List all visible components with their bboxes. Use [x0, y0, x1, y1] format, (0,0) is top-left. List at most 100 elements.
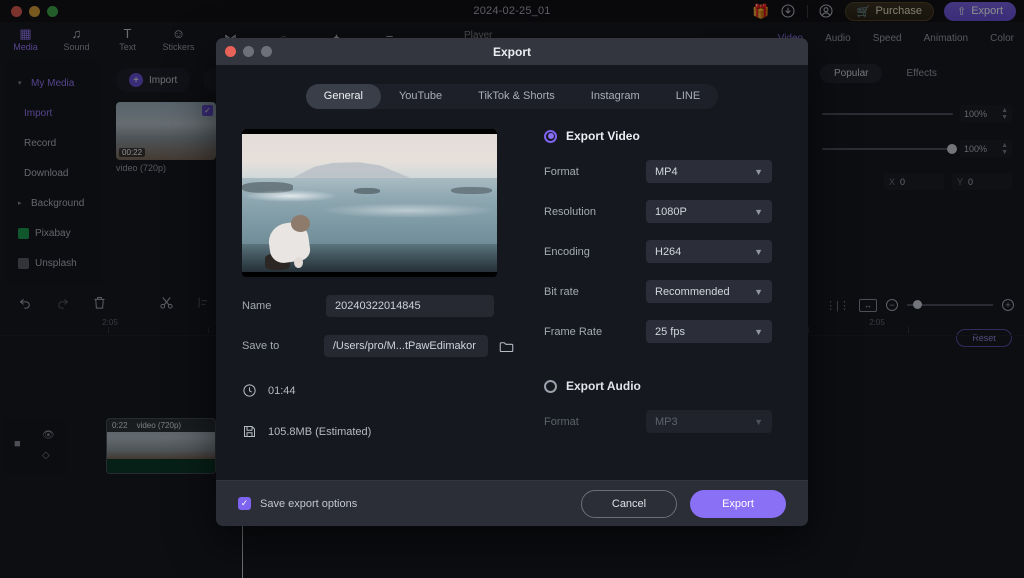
stepper-icon[interactable]: ▲ ▼ — [1001, 107, 1008, 121]
framerate-value: 25 fps — [655, 325, 685, 338]
audio-format-select[interactable]: MP3 ▼ — [646, 410, 772, 433]
slider-track-1[interactable] — [822, 112, 953, 115]
chevron-down-icon: ▼ — [754, 286, 763, 297]
tab-youtube[interactable]: YouTube — [381, 84, 460, 109]
name-input[interactable]: 20240322014845 — [326, 295, 494, 317]
app-titlebar: 2024-02-25_01 🎁 🛒 Purchase ⇧ Export — [0, 0, 1024, 22]
video-preview — [242, 129, 497, 277]
audio-format-label: Format — [544, 415, 579, 428]
dialog-title: Export — [492, 44, 531, 59]
tool-tab-sound[interactable]: ♫ Sound — [51, 26, 102, 52]
import-label: Import — [149, 74, 178, 86]
stepper-icon[interactable]: ▲ ▼ — [1001, 142, 1008, 156]
eye-icon[interactable]: 👁 — [42, 430, 55, 441]
tab-tiktok-shorts[interactable]: TikTok & Shorts — [460, 84, 573, 109]
encoding-label: Encoding — [544, 245, 590, 258]
import-button[interactable]: + Import — [116, 68, 191, 92]
zoom-slider[interactable] — [907, 300, 993, 309]
position-y-field[interactable]: Y 0 — [952, 173, 1012, 190]
export-label: Export — [971, 5, 1003, 17]
save-export-options-checkbox[interactable]: ✓ — [238, 497, 251, 510]
position-x-field[interactable]: X 0 — [884, 173, 944, 190]
tab-animation[interactable]: Animation — [924, 33, 968, 44]
redo-icon[interactable] — [55, 295, 70, 315]
slider-value-2[interactable]: 100% ▲ ▼ — [960, 140, 1012, 157]
resolution-select[interactable]: 1080P ▼ — [646, 200, 772, 223]
format-value: MP4 — [655, 165, 678, 178]
resolution-label: Resolution — [544, 205, 596, 218]
x-value: 0 — [900, 176, 906, 187]
zoom-knob[interactable] — [913, 300, 922, 309]
sidebar-item-my-media[interactable]: ▾ My Media — [6, 68, 102, 98]
export-audio-radio[interactable] — [544, 379, 557, 393]
media-thumbnail[interactable]: ✓ 00:22 — [116, 102, 216, 160]
gift-icon[interactable]: 🎁 — [752, 3, 769, 20]
titlebar-actions: 🎁 🛒 Purchase ⇧ Export — [752, 1, 1016, 21]
tab-general[interactable]: General — [305, 84, 381, 109]
properties-tabs: Popular Effects — [814, 60, 1020, 87]
sidebar-item-label: Record — [24, 137, 57, 149]
slider-value-1[interactable]: 100% ▲ ▼ — [960, 105, 1012, 122]
fit-icon[interactable]: ↔ — [859, 298, 877, 312]
zoom-out-icon[interactable]: − — [886, 299, 898, 311]
tool-tab-label: Text — [119, 41, 136, 52]
sidebar-item-unsplash[interactable]: Unsplash — [6, 248, 102, 278]
audio-format-value: MP3 — [655, 415, 678, 428]
sidebar-item-label: Download — [24, 167, 69, 179]
tool-tab-text[interactable]: T Text — [102, 26, 153, 52]
footer-buttons: Cancel Export — [581, 489, 786, 518]
sidebar-item-record[interactable]: Record — [6, 128, 102, 158]
tab-color[interactable]: Color — [990, 33, 1014, 44]
lock-icon[interactable]: ◇ — [42, 450, 50, 461]
ruler-label-right: 2:05 — [869, 318, 885, 327]
tab-audio[interactable]: Audio — [825, 33, 851, 44]
unsplash-icon — [18, 257, 29, 269]
preview-subject — [264, 210, 321, 270]
marker-icon[interactable]: ⋮|⋮ — [825, 299, 850, 312]
folder-icon[interactable] — [499, 340, 514, 353]
cancel-button[interactable]: Cancel — [581, 489, 677, 518]
bitrate-select[interactable]: Recommended ▼ — [646, 280, 772, 303]
tab-speed[interactable]: Speed — [873, 33, 902, 44]
thumbnail-caption: video (720p) — [116, 163, 167, 173]
sidebar-item-background[interactable]: ▸ Background — [6, 188, 102, 218]
sidebar-item-pixabay[interactable]: Pixabay — [6, 218, 102, 248]
tool-tab-media[interactable]: ▦ Media — [0, 26, 51, 52]
account-icon[interactable] — [818, 3, 835, 20]
filesize-info: 105.8MB (Estimated) — [242, 424, 514, 439]
encoding-select[interactable]: H264 ▼ — [646, 240, 772, 263]
saveto-input[interactable]: /Users/pro/M...tPawEdimakor — [323, 335, 488, 357]
sidebar-item-import[interactable]: Import — [6, 98, 102, 128]
export-video-title: Export Video — [566, 129, 640, 143]
delete-icon[interactable] — [92, 295, 107, 315]
save-export-options-row[interactable]: ✓ Save export options — [238, 497, 357, 510]
clip-name: video (720p) — [136, 421, 182, 430]
tab-instagram[interactable]: Instagram — [573, 84, 658, 109]
tab-effects[interactable]: Effects — [892, 64, 950, 83]
zoom-in-icon[interactable]: + — [1002, 299, 1014, 311]
export-button-header[interactable]: ⇧ Export — [943, 1, 1016, 21]
framerate-select[interactable]: 25 fps ▼ — [646, 320, 772, 343]
format-select[interactable]: MP4 ▼ — [646, 160, 772, 183]
slider-knob-2[interactable] — [947, 143, 957, 154]
slider-track-2[interactable] — [822, 143, 957, 154]
dialog-right-column: Export Video Format MP4 ▼ Resolution 108… — [514, 129, 782, 439]
export-audio-header[interactable]: Export Audio — [544, 379, 782, 393]
export-video-radio[interactable] — [544, 129, 557, 143]
purchase-button[interactable]: 🛒 Purchase — [844, 1, 934, 21]
thumbnail-duration: 00:22 — [119, 148, 146, 157]
split-scissors-icon[interactable] — [159, 295, 174, 315]
tab-line[interactable]: LINE — [658, 84, 718, 109]
export-video-header[interactable]: Export Video — [544, 129, 782, 143]
tool-tab-stickers[interactable]: ☺ Stickers — [153, 26, 204, 52]
editor-app: 2024-02-25_01 🎁 🛒 Purchase ⇧ Export ▦ Me… — [0, 0, 1024, 578]
download-icon[interactable] — [780, 3, 797, 20]
undo-icon[interactable] — [18, 295, 33, 315]
tab-popular[interactable]: Popular — [820, 64, 883, 83]
timeline-clip[interactable]: 0:22 video (720p) — [106, 418, 216, 474]
export-dialog: Export General YouTube TikTok & Shorts I… — [216, 38, 808, 526]
sidebar-item-download[interactable]: Download — [6, 158, 102, 188]
export-button[interactable]: Export — [690, 489, 786, 518]
align-icon[interactable] — [196, 295, 211, 315]
pixabay-icon — [18, 227, 29, 239]
